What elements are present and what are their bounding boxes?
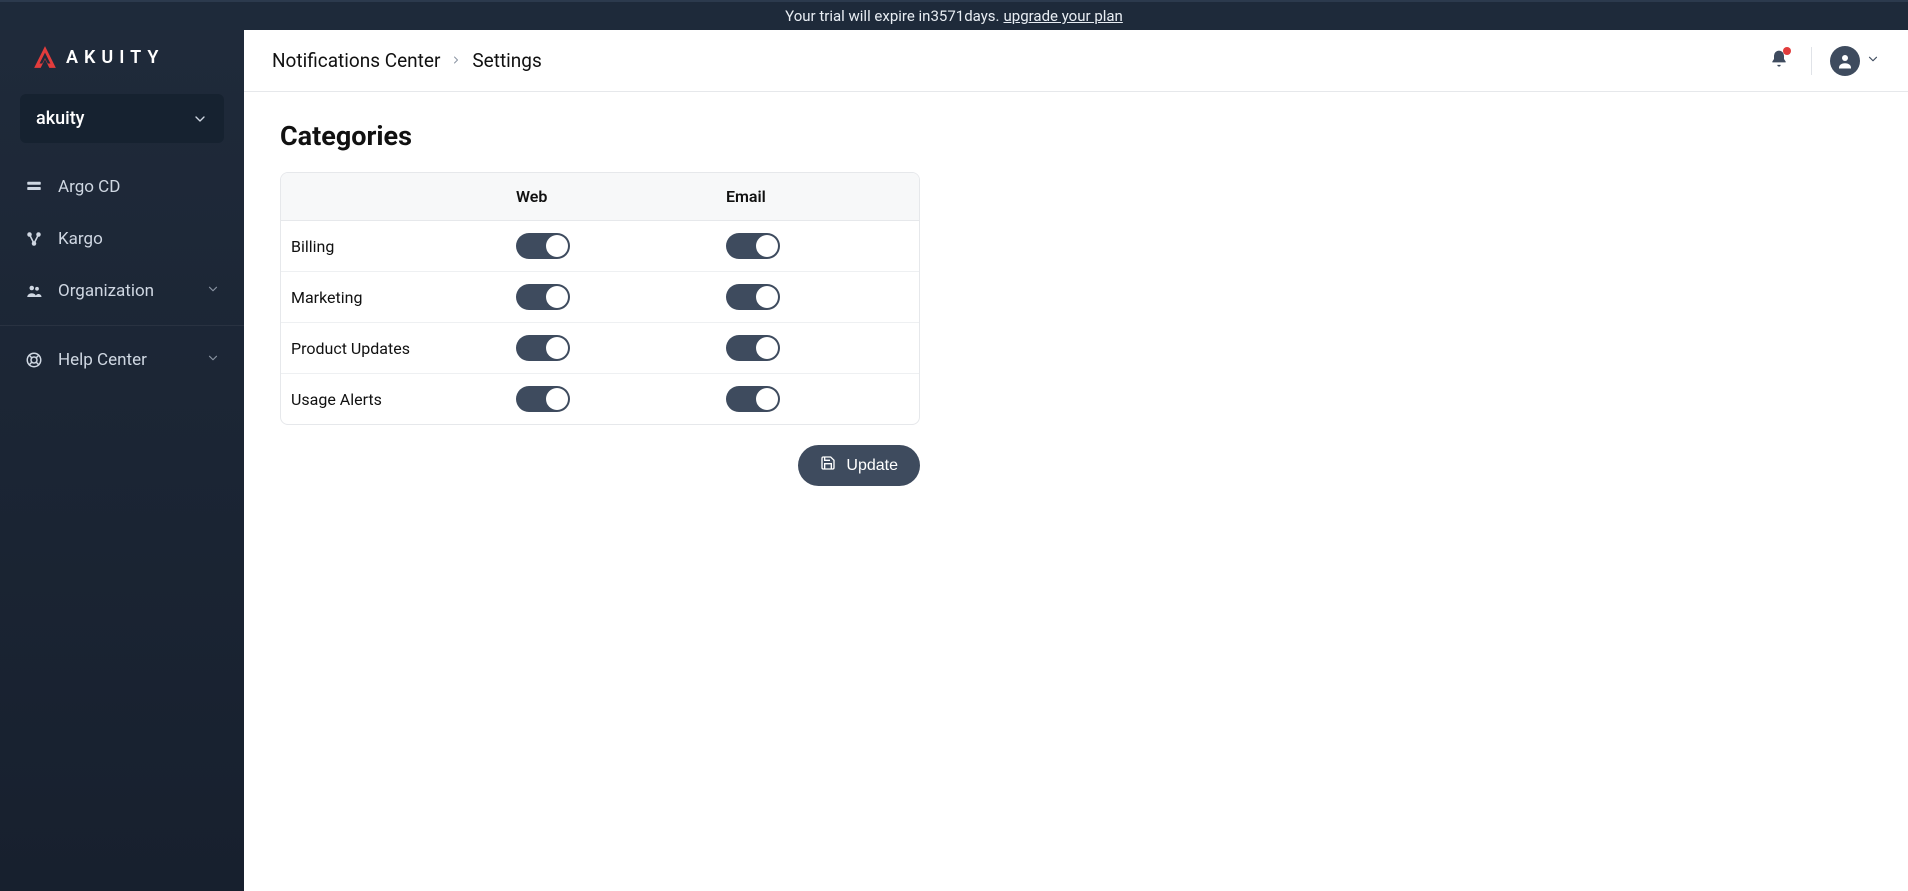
- upgrade-plan-link[interactable]: upgrade your plan: [1004, 7, 1123, 25]
- stack-icon: [24, 178, 44, 196]
- sidebar-item-help-center[interactable]: Help Center: [0, 334, 244, 386]
- toggle-knob-icon: [756, 235, 778, 257]
- org-selector-label: akuity: [36, 108, 85, 129]
- trial-banner: Your trial will expire in 3571 days. upg…: [0, 0, 1908, 30]
- table-row: Product Updates: [281, 323, 919, 374]
- brand-logo: AKUITY: [0, 30, 244, 86]
- table-row: Marketing: [281, 272, 919, 323]
- sidebar-item-label: Organization: [58, 281, 154, 301]
- akuity-logo-icon: [32, 44, 58, 70]
- lifebuoy-icon: [24, 351, 44, 369]
- sidebar: AKUITY akuity Argo CD Kargo: [0, 30, 244, 891]
- users-icon: [24, 282, 44, 300]
- notification-dot-icon: [1783, 47, 1791, 55]
- toggle-knob-icon: [546, 388, 568, 410]
- sidebar-item-label: Kargo: [58, 229, 103, 249]
- toggle-billing-web[interactable]: [516, 233, 570, 259]
- row-label: Usage Alerts: [281, 378, 506, 421]
- toggle-knob-icon: [756, 286, 778, 308]
- breadcrumb: Notifications Center Settings: [272, 49, 542, 72]
- row-label: Marketing: [281, 276, 506, 319]
- notifications-bell-button[interactable]: [1765, 45, 1793, 77]
- toggle-product-updates-web[interactable]: [516, 335, 570, 361]
- chevron-down-icon: [192, 111, 208, 127]
- vertical-divider: [1811, 47, 1812, 75]
- trial-banner-text-suffix: days.: [964, 7, 999, 25]
- account-menu[interactable]: [1830, 46, 1880, 76]
- toggle-billing-email[interactable]: [726, 233, 780, 259]
- sidebar-item-label: Argo CD: [58, 177, 120, 197]
- col-header-email: Email: [716, 173, 919, 220]
- sidebar-divider: [0, 325, 244, 326]
- row-label: Product Updates: [281, 327, 506, 370]
- save-icon: [820, 455, 836, 476]
- brand-name: AKUITY: [66, 47, 164, 68]
- toggle-knob-icon: [546, 235, 568, 257]
- chevron-right-icon: [450, 51, 462, 70]
- table-header: Web Email: [281, 173, 919, 221]
- breadcrumb-notifications-center[interactable]: Notifications Center: [272, 49, 440, 72]
- update-button[interactable]: Update: [798, 445, 920, 486]
- sidebar-item-argo-cd[interactable]: Argo CD: [0, 161, 244, 213]
- toggle-knob-icon: [546, 337, 568, 359]
- col-header-empty: [281, 183, 506, 211]
- topbar-right: [1765, 45, 1880, 77]
- categories-table: Web Email Billing Marketing Product Upda…: [280, 172, 920, 425]
- chevron-down-icon: [206, 281, 220, 301]
- toggle-usage-alerts-web[interactable]: [516, 386, 570, 412]
- breadcrumb-settings[interactable]: Settings: [472, 49, 541, 72]
- toggle-marketing-web[interactable]: [516, 284, 570, 310]
- branch-icon: [24, 230, 44, 248]
- main-area: Notifications Center Settings: [244, 30, 1908, 891]
- col-header-web: Web: [506, 173, 716, 220]
- toggle-knob-icon: [546, 286, 568, 308]
- page-title: Categories: [280, 120, 1872, 152]
- table-row: Billing: [281, 221, 919, 272]
- trial-banner-text-prefix: Your trial will expire in: [785, 7, 930, 25]
- update-button-label: Update: [846, 457, 898, 475]
- sidebar-item-label: Help Center: [58, 350, 147, 370]
- avatar-icon: [1830, 46, 1860, 76]
- content: Categories Web Email Billing Marketing: [244, 92, 1908, 514]
- toggle-product-updates-email[interactable]: [726, 335, 780, 361]
- trial-banner-days: 3571: [930, 7, 964, 25]
- update-row: Update: [280, 445, 920, 486]
- toggle-knob-icon: [756, 388, 778, 410]
- toggle-usage-alerts-email[interactable]: [726, 386, 780, 412]
- chevron-down-icon: [206, 350, 220, 370]
- table-row: Usage Alerts: [281, 374, 919, 424]
- sidebar-item-organization[interactable]: Organization: [0, 265, 244, 317]
- sidebar-item-kargo[interactable]: Kargo: [0, 213, 244, 265]
- org-selector[interactable]: akuity: [20, 94, 224, 143]
- chevron-down-icon: [1866, 51, 1880, 70]
- toggle-knob-icon: [756, 337, 778, 359]
- toggle-marketing-email[interactable]: [726, 284, 780, 310]
- topbar: Notifications Center Settings: [244, 30, 1908, 92]
- sidebar-nav: Argo CD Kargo Organization: [0, 161, 244, 386]
- row-label: Billing: [281, 225, 506, 268]
